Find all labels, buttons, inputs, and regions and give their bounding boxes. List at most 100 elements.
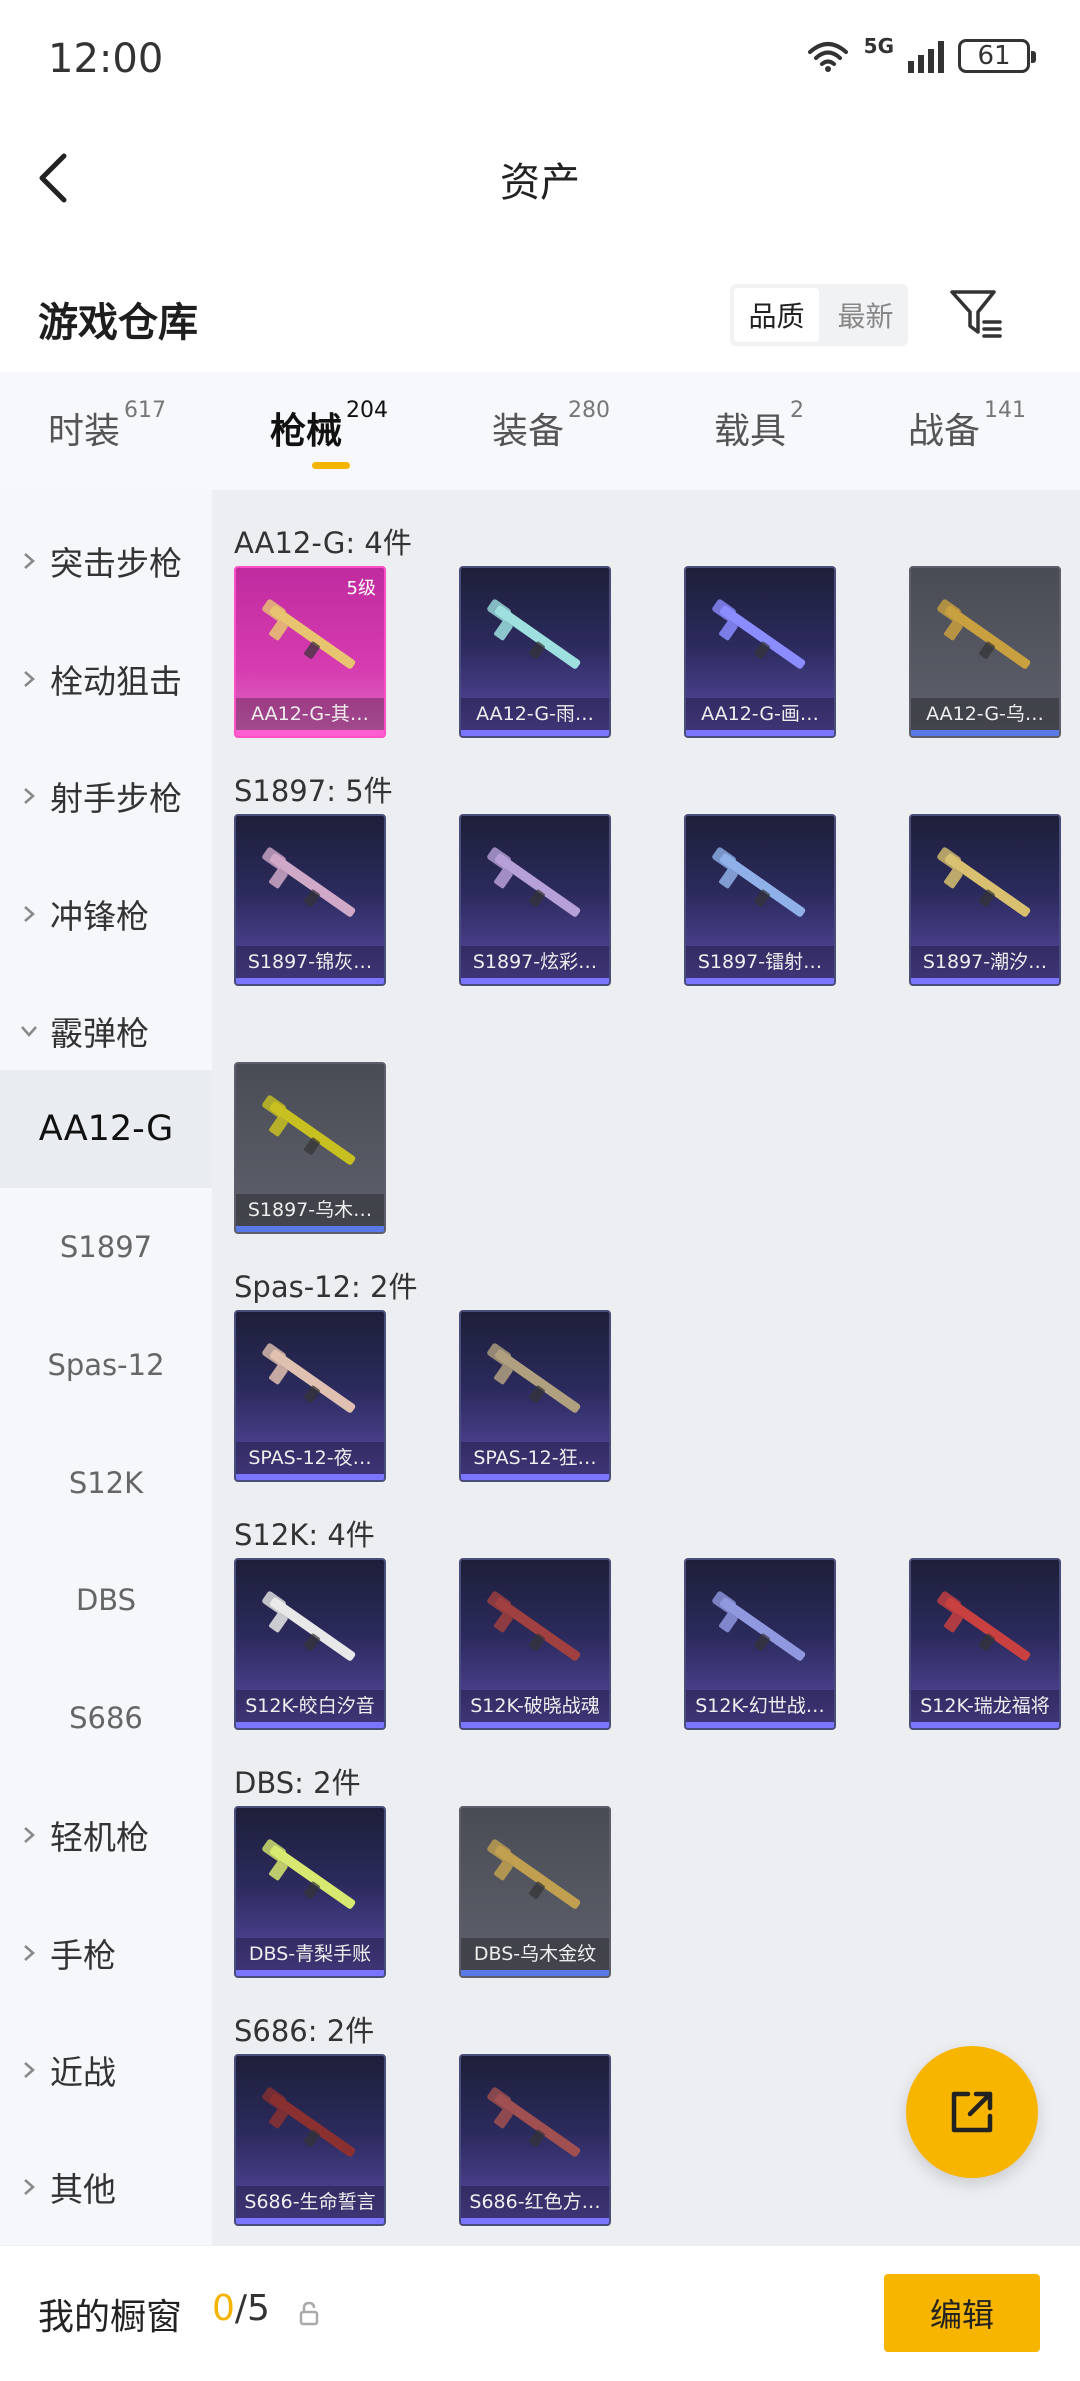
rarity-stripe [461,2218,609,2224]
item-card[interactable]: S686-生命誓言 [234,2054,386,2226]
rarity-stripe [236,730,384,736]
status-time: 12:00 [48,36,164,82]
item-card[interactable]: AA12-G-画… [684,566,836,738]
item-name: S12K-幻世战… [686,1690,834,1722]
weapon-icon [487,1343,581,1413]
sidebar-sub-spas12[interactable]: Spas-12 [0,1306,212,1424]
sidebar-item-label: 近战 [50,2053,116,2092]
item-card[interactable]: S1897-炫彩… [459,814,611,986]
status-icons: 5G 61 [806,34,1036,74]
sidebar-sub-s1897[interactable]: S1897 [0,1188,212,1306]
sidebar-item-label: 手枪 [50,1936,116,1975]
tab-equipment[interactable]: 装备280 [492,398,610,454]
item-card[interactable]: S1897-潮汐… [909,814,1061,986]
sidebar-item-melee[interactable]: 近战 [0,2011,212,2129]
sidebar-item-smg[interactable]: 冲锋枪 [0,855,212,973]
rarity-stripe [461,1970,609,1976]
wifi-icon [807,42,848,72]
item-card[interactable]: AA12-G-雨… [459,566,611,738]
item-card[interactable]: S686-红色方… [459,2054,611,2226]
item-card[interactable]: DBS-乌木金纹 [459,1806,611,1978]
showcase-label: 我的橱窗 [38,2297,183,2338]
item-name: S1897-锦灰… [236,946,384,978]
item-card[interactable]: DBS-青梨手账 [234,1806,386,1978]
sidebar-sub-dbs[interactable]: DBS [0,1541,212,1659]
sidebar-item-marksman-rifle[interactable]: 射手步枪 [0,737,212,855]
warehouse-title: 游戏仓库 [38,300,198,346]
tab-fashion[interactable]: 时装617 [48,398,166,454]
item-card[interactable]: S1897-镭射… [684,814,836,986]
chevron-right-icon [24,1945,35,1961]
item-card[interactable]: S1897-乌木… [234,1062,386,1234]
item-name: AA12-G-乌… [911,698,1059,730]
weapon-icon [262,1839,356,1909]
tab-count: 617 [124,398,167,423]
filter-icon[interactable] [948,286,1004,342]
weapon-icon [487,1839,581,1909]
chevron-right-icon [24,788,35,804]
chevron-right-icon [24,671,35,687]
weapon-icon [712,847,806,917]
sidebar-sub-s686[interactable]: S686 [0,1659,212,1777]
sidebar-item-other[interactable]: 其他 [0,2128,212,2246]
tab-firearms[interactable]: 枪械204 [270,398,388,454]
tab-count: 141 [984,398,1027,423]
item-name: S1897-潮汐… [911,946,1059,978]
network-type: 5G [863,34,894,58]
sidebar-sub-s12k[interactable]: S12K [0,1424,212,1542]
tab-label: 战备 [908,411,981,452]
rarity-stripe [461,730,609,736]
weapon-icon [262,847,356,917]
item-card[interactable]: SPAS-12-夜… [234,1310,386,1482]
sidebar-sub-aa12g[interactable]: AA12-G [0,1070,212,1188]
item-card[interactable]: S12K-幻世战… [684,1558,836,1730]
sidebar-item-label: 栓动狙击 [50,662,182,701]
group-title: AA12-G: 4件 [234,526,412,560]
tab-supplies[interactable]: 战备141 [908,398,1026,454]
battery-icon: 61 [958,39,1036,73]
rarity-stripe [236,2218,384,2224]
item-card[interactable]: AA12-G-乌… [909,566,1061,738]
item-name: SPAS-12-狂… [461,1442,609,1474]
share-button[interactable] [906,2046,1038,2178]
rarity-stripe [236,1226,384,1232]
status-bar: 12:00 5G 61 [0,0,1080,124]
tab-vehicles[interactable]: 载具2 [714,398,804,454]
tab-count: 280 [568,398,611,423]
rarity-stripe [236,1970,384,1976]
sidebar-item-assault-rifle[interactable]: 突击步枪 [0,502,212,620]
item-card[interactable]: S12K-皎白汐音 [234,1558,386,1730]
item-name: AA12-G-其… [236,698,384,730]
item-name: S12K-破晓战魂 [461,1690,609,1722]
edit-button[interactable]: 编辑 [884,2274,1040,2352]
chevron-right-icon [24,2179,35,2195]
chevron-right-icon [24,2062,35,2078]
item-card[interactable]: S12K-破晓战魂 [459,1558,611,1730]
showcase-current: 0 [212,2288,235,2329]
sidebar: 突击步枪 栓动狙击 射手步枪 冲锋枪 霰弹枪 AA12-G S1897 Spas… [0,490,212,2245]
item-name: S1897-炫彩… [461,946,609,978]
rarity-stripe [236,978,384,984]
group-title: DBS: 2件 [234,1766,361,1800]
share-external-icon [951,2091,993,2133]
rarity-stripe [686,1722,834,1728]
weapon-icon [487,1591,581,1661]
item-card[interactable]: SPAS-12-狂… [459,1310,611,1482]
item-card[interactable]: S12K-瑞龙福将 [909,1558,1061,1730]
sidebar-item-label: 霰弹枪 [50,1014,149,1053]
sidebar-item-pistol[interactable]: 手枪 [0,1894,212,2012]
item-name: S686-生命誓言 [236,2186,384,2218]
showcase-total: /5 [234,2288,270,2329]
lock-icon [299,2301,319,2326]
group-title: S12K: 4件 [234,1518,375,1552]
item-card[interactable]: 5级 AA12-G-其… [234,566,386,738]
rarity-stripe [461,1474,609,1480]
sort-newest[interactable]: 最新 [823,284,908,346]
weapon-icon [487,847,581,917]
item-card[interactable]: S1897-锦灰… [234,814,386,986]
weapon-icon [937,1591,1031,1661]
sort-quality[interactable]: 品质 [734,288,819,342]
sidebar-item-bolt-sniper[interactable]: 栓动狙击 [0,620,212,738]
group-title: S686: 2件 [234,2014,375,2048]
sidebar-item-lmg[interactable]: 轻机枪 [0,1776,212,1894]
